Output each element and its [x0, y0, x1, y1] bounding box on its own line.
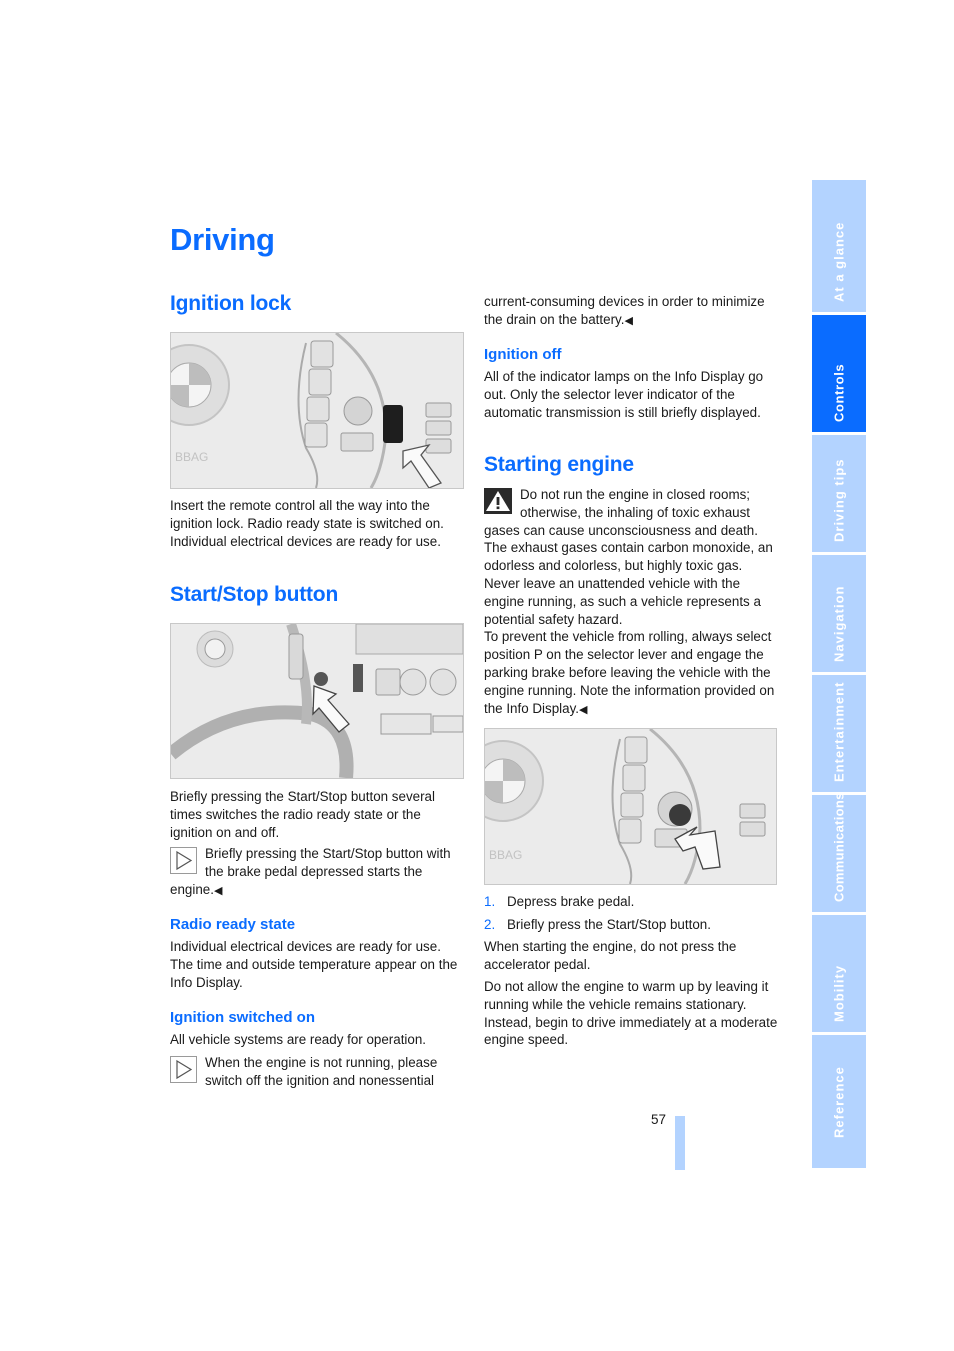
- end-of-note-mark: ◀: [624, 314, 633, 327]
- step-text: Briefly press the Start/Stop button.: [507, 916, 711, 932]
- steering-wheel-start-button-drawing: BBAG: [485, 729, 776, 884]
- warning-text-2: To prevent the vehicle from rolling, alw…: [484, 629, 775, 716]
- tab-label: Reference: [831, 1066, 847, 1138]
- step-number: 2.: [484, 916, 496, 932]
- note-triangle-icon: [170, 847, 197, 874]
- list-item: 1. Depress brake pedal.: [484, 893, 711, 911]
- radio-ready-description: Individual electrical devices are ready …: [170, 939, 458, 990]
- tab-driving-tips[interactable]: Driving tips: [812, 435, 866, 552]
- warning-text-1: Do not run the engine in closed rooms; o…: [484, 487, 773, 627]
- ignition-lock-illustration: BBAG: [170, 332, 464, 489]
- end-of-warning-mark: ◀: [579, 703, 588, 716]
- ignition-off-description: All of the indicator lamps on the Info D…: [484, 369, 764, 420]
- ignition-on-note-continued: current-consuming devices in order to mi…: [484, 293, 776, 331]
- svg-text:BBAG: BBAG: [489, 848, 522, 862]
- tab-label: Navigation: [831, 585, 847, 662]
- start-engine-illustration: BBAG: [484, 728, 777, 885]
- tab-label: At a glance: [831, 221, 847, 302]
- svg-text:BBAG: BBAG: [175, 450, 208, 464]
- start-stop-description: Briefly pressing the Start/Stop button s…: [170, 789, 435, 840]
- tab-controls[interactable]: Controls: [812, 315, 866, 432]
- tab-at-a-glance[interactable]: At a glance: [812, 180, 866, 312]
- tab-mobility[interactable]: Mobility: [812, 915, 866, 1032]
- starting-engine-para-2: Do not allow the engine to warm up by le…: [484, 979, 778, 1048]
- tab-label: Communications: [831, 792, 847, 902]
- dashboard-start-stop-drawing: [171, 624, 463, 778]
- list-item: 2. Briefly press the Start/Stop button.: [484, 916, 711, 934]
- page-title: Driving: [170, 222, 275, 257]
- tab-communications[interactable]: Communications: [812, 792, 866, 912]
- step-number: 1.: [484, 894, 496, 909]
- starting-engine-warning: Do not run the engine in closed rooms; o…: [484, 486, 776, 719]
- ignition-on-description: All vehicle systems are ready for operat…: [170, 1032, 427, 1047]
- heading-ignition-switched-on: Ignition switched on: [170, 1009, 315, 1026]
- tab-label: Driving tips: [831, 458, 847, 542]
- ignition-lock-description: Insert the remote control all the way in…: [170, 498, 444, 549]
- step-text: Depress brake pedal.: [507, 894, 635, 909]
- start-stop-button-illustration: [170, 623, 464, 779]
- note-triangle-icon: [170, 1056, 197, 1083]
- steering-wheel-ignition-drawing: BBAG: [171, 333, 463, 488]
- warning-icon: [484, 488, 512, 514]
- tab-entertainment[interactable]: Entertainment: [812, 675, 866, 792]
- tab-label: Mobility: [831, 964, 847, 1022]
- tab-reference[interactable]: Reference: [812, 1035, 866, 1168]
- ignition-on-note: When the engine is not running, please s…: [170, 1054, 466, 1090]
- tab-label: Controls: [831, 363, 847, 422]
- tab-label: Entertainment: [831, 681, 847, 782]
- start-stop-note-text: Briefly pressing the Start/Stop button w…: [170, 846, 451, 897]
- start-stop-note: Briefly pressing the Start/Stop button w…: [170, 845, 466, 900]
- heading-radio-ready-state: Radio ready state: [170, 916, 296, 933]
- heading-start-stop-button: Start/Stop button: [170, 583, 339, 606]
- page-number: 57: [651, 1112, 667, 1127]
- end-of-note-mark: ◀: [213, 884, 223, 897]
- starting-steps-list: 1. Depress brake pedal. 2. Briefly press t…: [484, 893, 711, 939]
- page-number-bar: [675, 1116, 685, 1170]
- heading-ignition-lock: Ignition lock: [170, 292, 292, 315]
- heading-ignition-off: Ignition off: [484, 346, 562, 363]
- starting-engine-para-1: When starting the engine, do not press t…: [484, 939, 737, 972]
- heading-starting-engine: Starting engine: [484, 453, 634, 476]
- ignition-on-note-text: When the engine is not running, please s…: [205, 1055, 438, 1088]
- tab-navigation[interactable]: Navigation: [812, 555, 866, 672]
